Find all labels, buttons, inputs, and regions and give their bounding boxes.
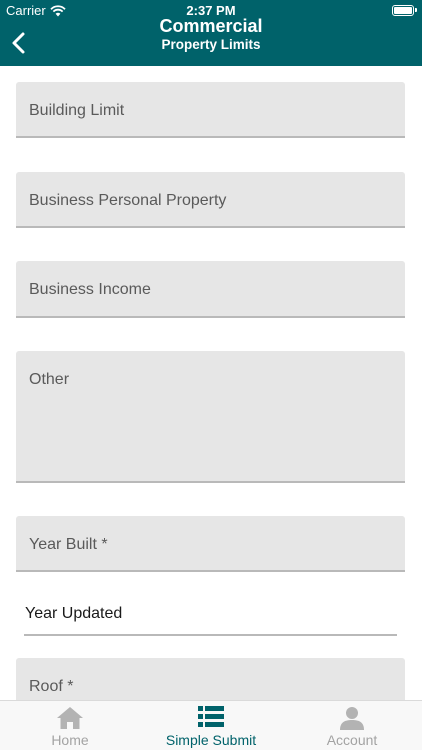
business-personal-property-placeholder: Business Personal Property bbox=[29, 192, 227, 209]
battery-icon bbox=[392, 5, 417, 16]
home-icon bbox=[57, 707, 83, 729]
building-limit-field[interactable]: Building Limit bbox=[16, 82, 405, 138]
business-income-placeholder: Business Income bbox=[29, 281, 151, 298]
business-income-field[interactable]: Business Income bbox=[16, 261, 405, 318]
person-icon bbox=[340, 707, 364, 730]
property-limits-form: Building Limit Business Personal Propert… bbox=[0, 66, 422, 700]
other-placeholder: Other bbox=[29, 371, 70, 388]
year-built-field[interactable]: Year Built * bbox=[16, 516, 405, 572]
page-subtitle: Property Limits bbox=[161, 37, 261, 52]
tab-bar: Home Simple Submit Account bbox=[0, 700, 422, 750]
roof-placeholder: Roof * bbox=[29, 678, 74, 695]
year-built-placeholder: Year Built * bbox=[29, 536, 108, 553]
tab-home[interactable]: Home bbox=[0, 701, 140, 751]
navigation-header: Carrier 2:37 PM Commercial Property Limi… bbox=[0, 0, 422, 66]
business-personal-property-field[interactable]: Business Personal Property bbox=[16, 172, 405, 228]
list-icon bbox=[198, 706, 224, 727]
tab-account-label: Account bbox=[326, 732, 378, 748]
page-title: Commercial bbox=[159, 16, 263, 36]
other-textarea[interactable]: Other bbox=[16, 351, 405, 483]
tab-account[interactable]: Account bbox=[282, 701, 422, 751]
tab-simple-submit[interactable]: Simple Submit bbox=[141, 701, 281, 751]
tab-home-label: Home bbox=[51, 732, 89, 748]
year-updated-label: Year Updated bbox=[25, 605, 123, 622]
building-limit-placeholder: Building Limit bbox=[29, 102, 125, 119]
tab-simple-submit-label: Simple Submit bbox=[165, 732, 257, 748]
year-updated-field[interactable]: Year Updated bbox=[24, 596, 397, 636]
roof-field[interactable]: Roof * bbox=[16, 658, 405, 700]
